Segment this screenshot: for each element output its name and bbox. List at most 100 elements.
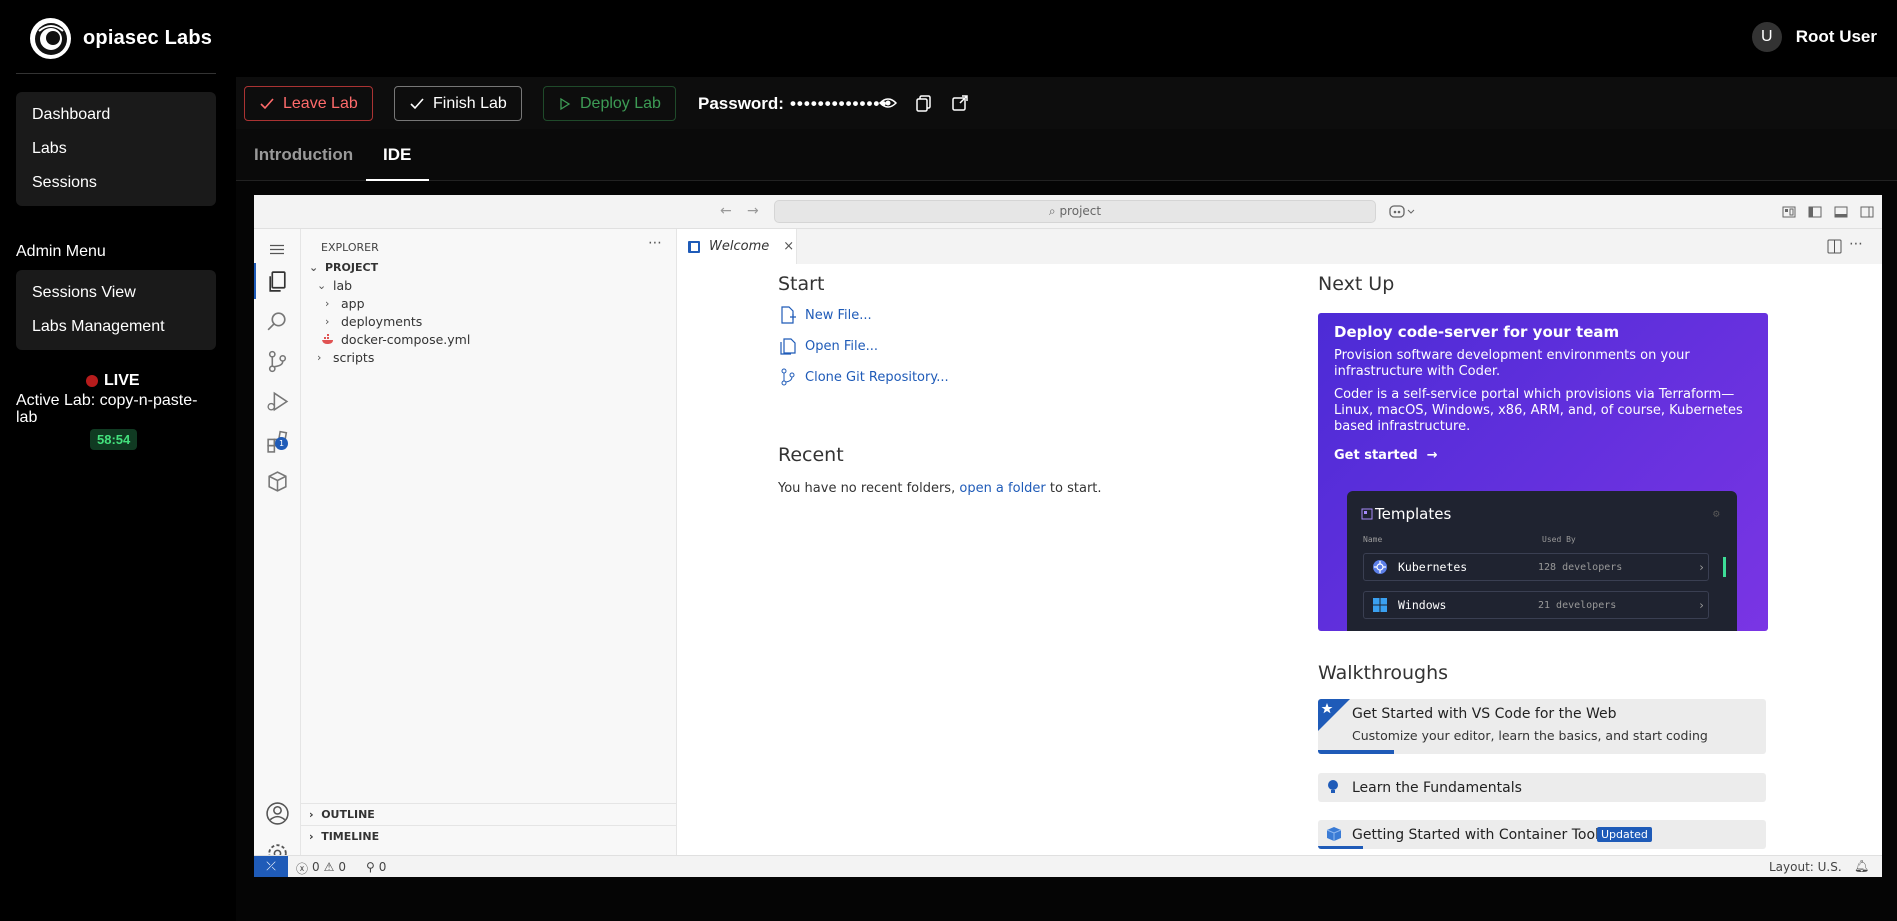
- toggle-primary-sidebar-icon[interactable]: [1808, 205, 1822, 219]
- ports-indicator[interactable]: ⚲ 0: [366, 860, 386, 874]
- user-menu[interactable]: U Root User: [1751, 22, 1877, 52]
- search-icon[interactable]: [265, 309, 290, 334]
- clone-repo-link[interactable]: Clone Git Repository...: [779, 368, 949, 386]
- forward-arrow-icon[interactable]: →: [747, 203, 759, 219]
- close-icon[interactable]: ×: [783, 239, 794, 254]
- warning-icon: ⚠: [323, 860, 335, 874]
- template-used: 21 developers: [1538, 599, 1617, 611]
- active-lab-label: Active Lab: copy-n-paste-lab: [16, 392, 198, 426]
- tab-introduction[interactable]: Introduction: [254, 145, 353, 165]
- toggle-secondary-sidebar-icon[interactable]: [1860, 205, 1874, 219]
- password-display: Password: ••••••••••••••: [698, 94, 887, 114]
- finish-lab-button[interactable]: Finish Lab: [394, 86, 522, 121]
- back-arrow-icon[interactable]: ←: [720, 203, 732, 219]
- walkthrough-fundamentals[interactable]: Learn the Fundamentals: [1318, 773, 1766, 802]
- promo-paragraph-1: Provision software development environme…: [1334, 348, 1690, 379]
- keyboard-layout[interactable]: Layout: U.S.: [1769, 860, 1842, 874]
- password-label: Password:: [698, 94, 784, 113]
- container-icon: [1326, 827, 1342, 841]
- leave-lab-button[interactable]: Leave Lab: [244, 86, 373, 121]
- git-branch-icon: [781, 368, 795, 386]
- new-file-link[interactable]: New File...: [779, 306, 872, 324]
- lab-action-bar: Leave Lab Finish Lab Deploy Lab Password…: [236, 77, 1897, 129]
- timeline-section[interactable]: › TIMELINE: [301, 825, 677, 847]
- deploy-lab-button[interactable]: Deploy Lab: [543, 86, 676, 121]
- top-bar: U Root User: [236, 0, 1897, 77]
- menu-icon[interactable]: [269, 237, 285, 262]
- walkthrough-progress: [1318, 846, 1363, 849]
- star-badge-icon: [1318, 699, 1350, 731]
- live-indicator: LIVE: [86, 372, 140, 390]
- docker-icon: [322, 334, 333, 344]
- more-actions-icon[interactable]: ⋯: [1849, 236, 1863, 252]
- nav-item-labs-management[interactable]: Labs Management: [16, 310, 216, 344]
- toggle-panel-icon[interactable]: [1834, 205, 1848, 219]
- source-control-icon[interactable]: [265, 349, 290, 374]
- admin-nav: Sessions View Labs Management: [16, 270, 216, 350]
- nav-item-sessions-view[interactable]: Sessions View: [16, 276, 216, 310]
- tree-folder-scripts[interactable]: › scripts: [317, 347, 374, 369]
- template-name: Kubernetes: [1398, 560, 1468, 574]
- nav-item-dashboard[interactable]: Dashboard: [16, 98, 216, 132]
- warning-count: 0: [338, 860, 347, 874]
- lightbulb-icon: [1328, 780, 1338, 793]
- nav-item-sessions[interactable]: Sessions: [16, 166, 216, 200]
- start-heading: Start: [778, 273, 825, 295]
- leave-lab-label: Leave Lab: [283, 94, 358, 112]
- app-sidebar: opiasec Labs Dashboard Labs Sessions Adm…: [0, 0, 236, 921]
- get-started-link[interactable]: Get started →: [1334, 448, 1438, 463]
- get-started-label: Get started: [1334, 448, 1418, 463]
- account-icon[interactable]: [265, 801, 290, 826]
- ide-titlebar: ← → ⌕ project: [254, 195, 1882, 229]
- coder-promo-card[interactable]: Deploy code-server for your team Provisi…: [1318, 313, 1768, 631]
- open-file-icon: [780, 338, 796, 355]
- brand-name: opiasec Labs: [83, 27, 213, 49]
- walkthrough-container-tools[interactable]: Getting Started with Container Tools Upd…: [1318, 820, 1766, 849]
- customize-layout-icon[interactable]: [1782, 205, 1796, 219]
- live-dot-icon: [86, 375, 98, 387]
- templates-icon: [1361, 508, 1373, 520]
- remote-explorer-icon[interactable]: [265, 469, 290, 494]
- open-folder-link[interactable]: open a folder: [959, 481, 1045, 496]
- tree-label: scripts: [333, 350, 375, 365]
- bell-icon[interactable]: 🔔︎: [1854, 859, 1869, 873]
- active-view-indicator: [254, 263, 256, 299]
- templates-col-used: Used By: [1542, 535, 1576, 544]
- brand[interactable]: opiasec Labs: [30, 18, 212, 59]
- template-used: 128 developers: [1538, 561, 1623, 573]
- eye-icon[interactable]: [878, 93, 898, 113]
- outline-section[interactable]: › OUTLINE: [301, 803, 677, 825]
- copy-icon[interactable]: [914, 93, 934, 113]
- command-center-text: project: [1059, 204, 1102, 218]
- vscode-icon: [688, 240, 700, 253]
- explorer-icon[interactable]: [265, 269, 290, 294]
- chevron-right-icon: ›: [309, 808, 322, 821]
- admin-menu-title: Admin Menu: [16, 243, 106, 260]
- main-nav: Dashboard Labs Sessions: [16, 92, 216, 206]
- chevron-right-icon: ›: [1698, 560, 1705, 574]
- walkthrough-title: Get Started with VS Code for the Web: [1352, 706, 1617, 722]
- more-actions-icon[interactable]: ⋯: [648, 235, 662, 251]
- extensions-badge: 1: [275, 437, 288, 450]
- tab-welcome[interactable]: Welcome ×: [677, 229, 797, 264]
- chevron-right-icon: ›: [317, 351, 322, 364]
- chevron-right-icon: ›: [309, 830, 322, 843]
- error-icon: ⓧ: [296, 862, 309, 876]
- open-file-link[interactable]: Open File...: [779, 337, 878, 355]
- walkthrough-title: Learn the Fundamentals: [1352, 780, 1522, 796]
- walkthrough-vscode-web[interactable]: Get Started with VS Code for the Web Cus…: [1318, 699, 1766, 754]
- windows-icon: [1373, 598, 1387, 612]
- remote-indicator-icon[interactable]: ⤫: [254, 856, 288, 877]
- split-editor-icon[interactable]: [1827, 239, 1842, 254]
- nav-item-labs[interactable]: Labs: [16, 132, 216, 166]
- external-link-icon[interactable]: [950, 93, 970, 113]
- tab-ide[interactable]: IDE: [383, 145, 411, 165]
- open-file-label: Open File...: [805, 338, 879, 354]
- copilot-icon[interactable]: [1389, 204, 1417, 220]
- next-up-heading: Next Up: [1318, 273, 1395, 295]
- command-center-search[interactable]: ⌕ project: [774, 200, 1376, 223]
- run-debug-icon[interactable]: [265, 389, 290, 414]
- recent-message: You have no recent folders,: [778, 481, 956, 496]
- problems-indicator[interactable]: ⓧ 0 ⚠ 0: [296, 860, 346, 877]
- arrow-right-icon: →: [1422, 448, 1438, 463]
